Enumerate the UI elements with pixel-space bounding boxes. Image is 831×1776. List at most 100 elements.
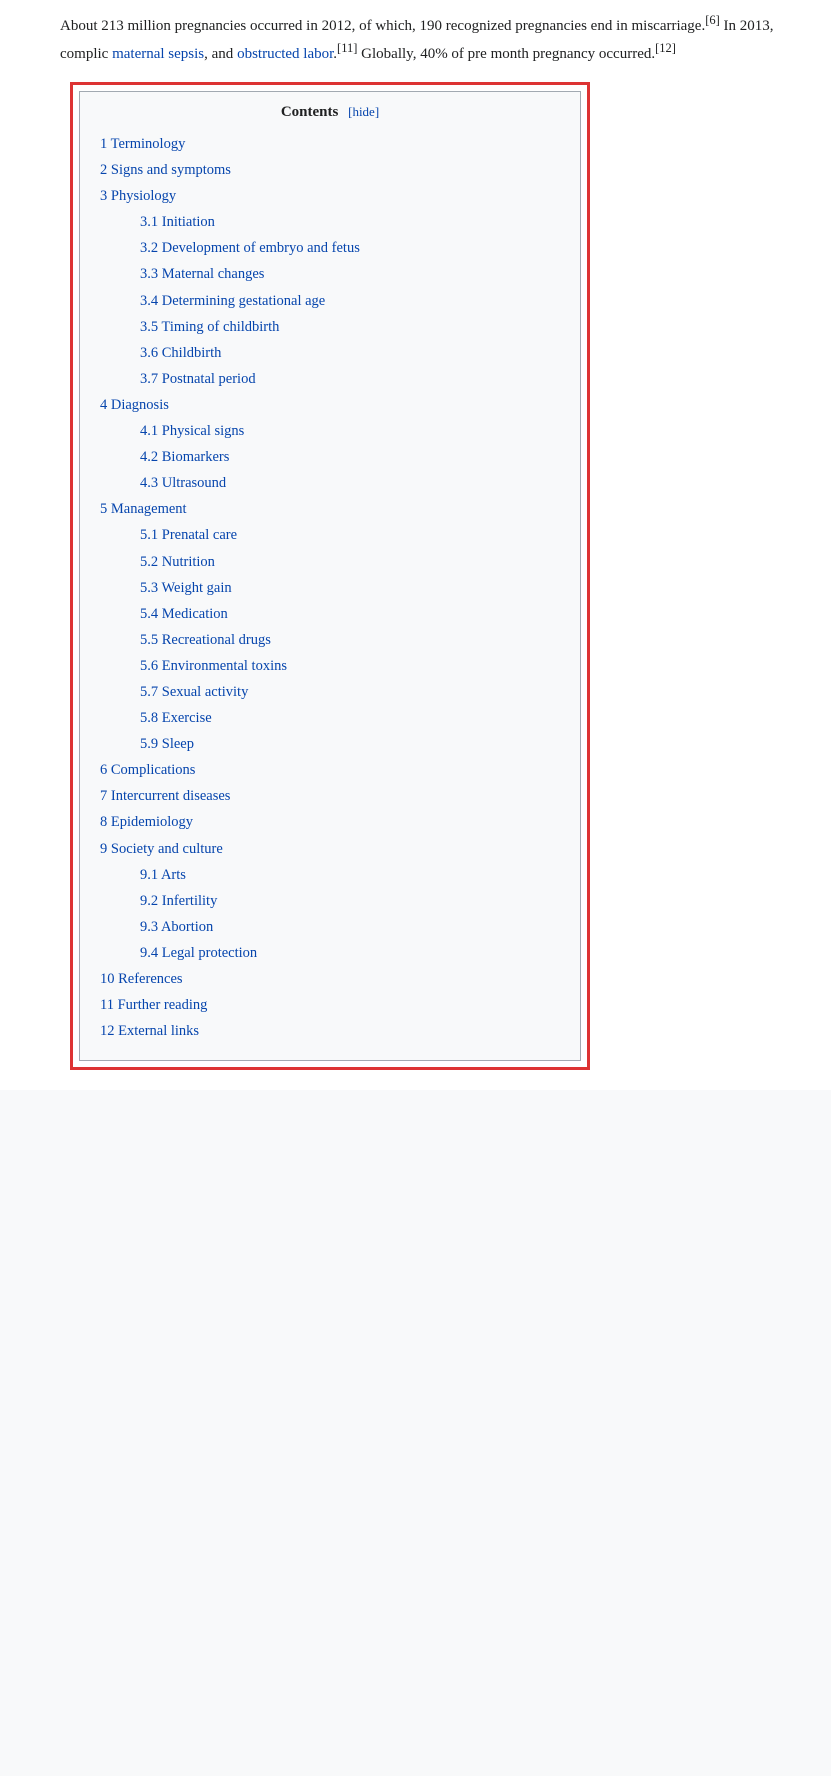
toc-number: 3.4	[140, 293, 162, 309]
toc-link[interactable]: 10 References	[100, 971, 183, 987]
ref-6: [6]	[705, 13, 720, 27]
toc-number: 5.8	[140, 710, 162, 726]
toc-item: 4 Diagnosis	[100, 392, 560, 418]
toc-label: Society and culture	[111, 841, 223, 857]
toc-item: 5.1 Prenatal care	[140, 522, 560, 548]
toc-number: 1	[100, 136, 111, 152]
toc-link[interactable]: 5.6 Environmental toxins	[140, 658, 287, 674]
toc-link[interactable]: 12 External links	[100, 1023, 199, 1039]
toc-hide-link[interactable]: [hide]	[348, 104, 379, 119]
toc-label: Weight gain	[162, 580, 232, 596]
toc-item: 1 Terminology	[100, 131, 560, 157]
toc-number: 3.5	[140, 319, 162, 335]
toc-item: 5.5 Recreational drugs	[140, 627, 560, 653]
toc-link[interactable]: 4.1 Physical signs	[140, 423, 244, 439]
toc-link[interactable]: 5.2 Nutrition	[140, 554, 215, 570]
toc-link[interactable]: 5.5 Recreational drugs	[140, 632, 271, 648]
toc-link[interactable]: 3.1 Initiation	[140, 214, 215, 230]
toc-item: 5.4 Medication	[140, 601, 560, 627]
toc-link[interactable]: 2 Signs and symptoms	[100, 162, 231, 178]
toc-number: 5.9	[140, 736, 162, 752]
toc-item: 3.4 Determining gestational age	[140, 288, 560, 314]
toc-label: Management	[111, 501, 187, 517]
toc-link[interactable]: 3.3 Maternal changes	[140, 266, 264, 282]
toc-item: 9 Society and culture	[100, 836, 560, 862]
toc-link[interactable]: 7 Intercurrent diseases	[100, 788, 230, 804]
toc-number: 4.1	[140, 423, 162, 439]
toc-link[interactable]: 9 Society and culture	[100, 841, 223, 857]
toc-link[interactable]: 3.7 Postnatal period	[140, 371, 256, 387]
ref-11: [11]	[337, 41, 357, 55]
toc-link[interactable]: 3.2 Development of embryo and fetus	[140, 240, 360, 256]
toc-item: 9.2 Infertility	[140, 888, 560, 914]
toc-number: 9.4	[140, 945, 162, 961]
toc-number: 5	[100, 501, 111, 517]
intro-paragraph: About 213 million pregnancies occurred i…	[60, 10, 811, 66]
toc-item: 3.1 Initiation	[140, 209, 560, 235]
toc-link[interactable]: 4.3 Ultrasound	[140, 475, 226, 491]
toc-number: 3.2	[140, 240, 162, 256]
toc-label: Prenatal care	[162, 527, 237, 543]
toc-item: 3.7 Postnatal period	[140, 366, 560, 392]
toc-link[interactable]: 3.4 Determining gestational age	[140, 293, 325, 309]
toc-number: 3	[100, 188, 111, 204]
toc-link[interactable]: 5 Management	[100, 501, 187, 517]
toc-link[interactable]: 5.8 Exercise	[140, 710, 212, 726]
toc-label: Postnatal period	[162, 371, 256, 387]
toc-label: Environmental toxins	[162, 658, 287, 674]
toc-label: Timing of childbirth	[162, 319, 280, 335]
toc-item: 6 Complications	[100, 757, 560, 783]
toc-label: Initiation	[162, 214, 215, 230]
toc-link[interactable]: 3.6 Childbirth	[140, 345, 221, 361]
toc-label: Complications	[111, 762, 196, 778]
toc-number: 3.7	[140, 371, 162, 387]
toc-link[interactable]: 4 Diagnosis	[100, 397, 169, 413]
toc-link[interactable]: 9.2 Infertility	[140, 893, 217, 909]
toc-link[interactable]: 5.4 Medication	[140, 606, 228, 622]
toc-link[interactable]: 3 Physiology	[100, 188, 176, 204]
toc-item: 5.2 Nutrition	[140, 549, 560, 575]
toc-link[interactable]: 8 Epidemiology	[100, 814, 193, 830]
toc-item: 5.7 Sexual activity	[140, 679, 560, 705]
toc-number: 5.4	[140, 606, 162, 622]
toc-number: 4.2	[140, 449, 162, 465]
toc-link[interactable]: 1 Terminology	[100, 136, 185, 152]
toc-number: 3.6	[140, 345, 162, 361]
toc-label: Physiology	[111, 188, 176, 204]
toc-link[interactable]: 4.2 Biomarkers	[140, 449, 229, 465]
toc-item: 5.9 Sleep	[140, 731, 560, 757]
toc-link[interactable]: 9.4 Legal protection	[140, 945, 257, 961]
toc-label: Epidemiology	[111, 814, 193, 830]
toc-label: Abortion	[161, 919, 213, 935]
toc-label: Nutrition	[162, 554, 215, 570]
maternal-sepsis-link[interactable]: maternal sepsis	[112, 46, 204, 62]
toc-item: 7 Intercurrent diseases	[100, 783, 560, 809]
toc-number: 9.3	[140, 919, 161, 935]
toc-link[interactable]: 5.3 Weight gain	[140, 580, 232, 596]
toc-number: 11	[100, 997, 118, 1013]
toc-outer-border: Contents [hide] 1 Terminology 2 Signs and…	[70, 82, 590, 1070]
toc-number: 12	[100, 1023, 118, 1039]
toc-link[interactable]: 5.9 Sleep	[140, 736, 194, 752]
toc-link[interactable]: 11 Further reading	[100, 997, 207, 1013]
toc-link[interactable]: 9.3 Abortion	[140, 919, 213, 935]
toc-item: 3.2 Development of embryo and fetus	[140, 235, 560, 261]
toc-link[interactable]: 6 Complications	[100, 762, 195, 778]
toc-number: 5.7	[140, 684, 162, 700]
toc-item: 10 References	[100, 966, 560, 992]
toc-item: 5.6 Environmental toxins	[140, 653, 560, 679]
toc-number: 4.3	[140, 475, 162, 491]
toc-link[interactable]: 5.7 Sexual activity	[140, 684, 248, 700]
toc-link[interactable]: 3.5 Timing of childbirth	[140, 319, 279, 335]
toc-number: 4	[100, 397, 111, 413]
toc-title-text: Contents	[281, 104, 339, 120]
toc-label: Sleep	[162, 736, 194, 752]
toc-label: References	[118, 971, 182, 987]
toc-link[interactable]: 9.1 Arts	[140, 867, 186, 883]
toc-label: Development of embryo and fetus	[162, 240, 360, 256]
toc-number: 6	[100, 762, 111, 778]
obstructed-labor-link[interactable]: obstructed labor	[237, 46, 333, 62]
toc-link[interactable]: 5.1 Prenatal care	[140, 527, 237, 543]
toc-label: Maternal changes	[162, 266, 265, 282]
toc-number: 9	[100, 841, 111, 857]
